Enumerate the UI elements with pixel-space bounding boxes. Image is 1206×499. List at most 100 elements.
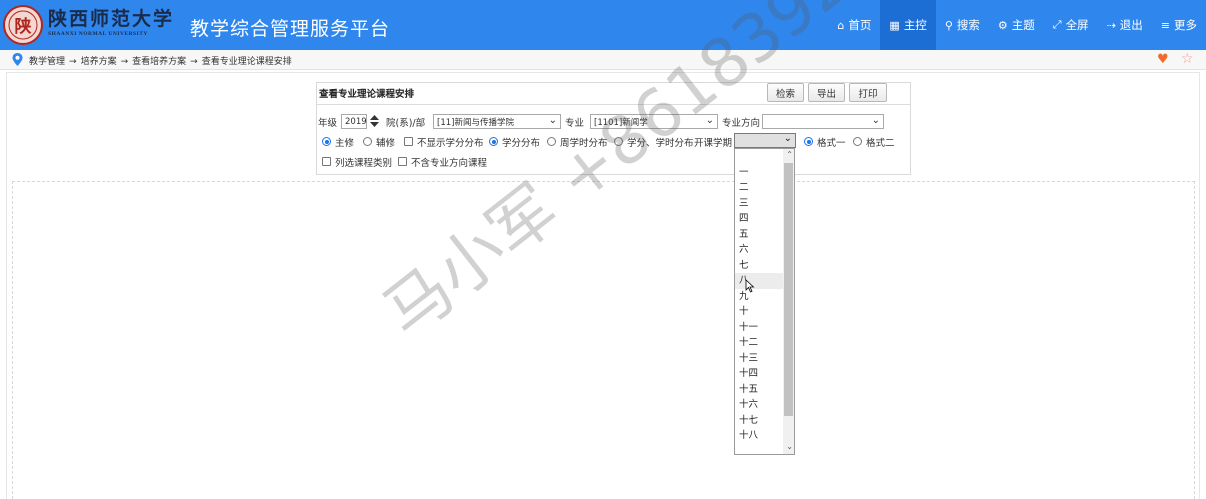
nav-label: 主控 <box>903 18 927 32</box>
radio-major[interactable] <box>322 137 331 146</box>
term-option[interactable]: 十二 <box>735 335 784 351</box>
nav-home[interactable]: ⌂ 首页 <box>828 0 880 50</box>
grade-label: 年级 <box>318 118 338 129</box>
radio-format-two-label: 格式二 <box>866 138 895 149</box>
radio-format-one-label: 格式一 <box>817 138 846 149</box>
radio-minor-label: 辅修 <box>376 138 396 149</box>
gears-icon: ⚙ <box>997 18 1008 32</box>
breadcrumb-item[interactable]: 培养方案 <box>81 57 117 67</box>
panel-title: 查看专业理论课程安排 <box>319 89 415 100</box>
radio-major-label: 主修 <box>335 138 355 149</box>
nav-fullscreen[interactable]: ⤢ 全屏 <box>1044 0 1098 50</box>
term-option[interactable]: 十六 <box>735 397 784 413</box>
term-option[interactable]: 三 <box>735 196 784 212</box>
college-label: 院(系)/部 <box>386 118 426 129</box>
radio-minor[interactable] <box>363 137 372 146</box>
print-button[interactable]: 打印 <box>849 83 887 102</box>
location-pin-icon <box>12 53 23 66</box>
checkbox-list-course-type-label: 列选课程类别 <box>335 158 393 169</box>
scroll-down-icon[interactable]: ⌄ <box>786 442 793 451</box>
menu-icon: ≡ <box>1160 18 1170 32</box>
chevron-down-icon: ⌄ <box>783 133 792 144</box>
platform-title: 教学综合管理服务平台 <box>190 18 391 40</box>
scroll-up-icon[interactable]: ⌃ <box>786 150 793 159</box>
nav-label: 更多 <box>1174 18 1197 32</box>
breadcrumb-separator: → <box>190 57 198 67</box>
chevron-down-icon: ⌄ <box>548 115 557 126</box>
panel-divider <box>316 104 911 105</box>
term-option[interactable] <box>735 149 784 165</box>
export-button[interactable]: 导出 <box>808 83 845 102</box>
seal-text: 陕 <box>15 16 32 37</box>
nav-search[interactable]: ⚲ 搜索 <box>936 0 989 50</box>
term-option[interactable]: 十四 <box>735 366 784 382</box>
nav-label: 全屏 <box>1065 18 1089 32</box>
breadcrumb-item: 查看专业理论课程安排 <box>201 57 292 67</box>
nav-main-control[interactable]: ▦ 主控 <box>880 0 936 50</box>
direction-label: 专业方向 <box>722 118 761 129</box>
term-option[interactable]: 十三 <box>735 351 784 367</box>
checkbox-exclude-direction-label: 不含专业方向课程 <box>411 158 488 169</box>
term-label: 开课学期 <box>694 138 733 149</box>
term-option[interactable]: 九 <box>735 289 784 305</box>
top-header: 陕 陕西师范大学 SHAANXI NORMAL UNIVERSITY 教学综合管… <box>0 0 1206 50</box>
nav-label: 退出 <box>1119 18 1143 32</box>
grade-input[interactable]: 2019 <box>341 114 367 129</box>
major-select[interactable]: [1101]新闻学 ⌄ <box>590 114 718 129</box>
term-option-highlighted[interactable]: 八 <box>735 273 784 289</box>
breadcrumb-item[interactable]: 教学管理 <box>29 57 65 67</box>
university-seal-icon: 陕 <box>3 5 43 45</box>
school-name-en: SHAANXI NORMAL UNIVERSITY <box>48 31 148 37</box>
radio-format-two[interactable] <box>853 137 862 146</box>
dropdown-scrollbar[interactable]: ⌃ ⌄ <box>783 149 794 454</box>
bookmark-star-icon[interactable]: ☆ <box>1181 51 1194 67</box>
nav-theme[interactable]: ⚙ 主题 <box>989 0 1044 50</box>
breadcrumb-separator: → <box>120 57 129 67</box>
term-option[interactable]: 十一 <box>735 320 784 336</box>
direction-select[interactable]: ⌄ <box>762 114 884 129</box>
checkbox-exclude-direction[interactable] <box>398 157 407 166</box>
chevron-down-icon: ⌄ <box>705 115 714 126</box>
radio-weekly-label: 周学时分布 <box>560 138 608 149</box>
college-select-value: [11]新闻与传播学院 <box>437 117 514 128</box>
term-option[interactable]: 十 <box>735 304 784 320</box>
checkbox-list-course-type[interactable] <box>322 157 331 166</box>
nav-label: 搜索 <box>956 18 980 32</box>
term-option[interactable]: 四 <box>735 211 784 227</box>
term-option[interactable]: 六 <box>735 242 784 258</box>
scrollbar-thumb[interactable] <box>784 163 793 416</box>
radio-credit-hours[interactable] <box>614 137 623 146</box>
checkbox-hide-credit[interactable] <box>404 137 413 146</box>
mouse-pointer-icon <box>745 279 755 293</box>
expand-icon: ⤢ <box>1052 18 1062 31</box>
nav-more[interactable]: ≡ 更多 <box>1152 0 1206 50</box>
home-icon: ⌂ <box>837 18 845 32</box>
radio-credit-distribution[interactable] <box>489 137 498 146</box>
grade-spinner-icon[interactable] <box>369 114 380 128</box>
university-logo: 陕西师范大学 SHAANXI NORMAL UNIVERSITY <box>48 7 174 37</box>
results-area <box>12 181 1195 499</box>
radio-credit-hours-label: 学分、学时分布 <box>627 138 694 149</box>
radio-weekly-hours[interactable] <box>547 137 556 146</box>
logout-icon: ⇢ <box>1106 18 1116 32</box>
school-name-cn: 陕西师范大学 <box>48 8 175 30</box>
breadcrumb-bar: 教学管理 → 培养方案 → 查看培养方案 → 查看专业理论课程安排 ♥ ☆ <box>0 50 1206 70</box>
search-button[interactable]: 检索 <box>767 83 804 102</box>
radio-format-one[interactable] <box>804 137 813 146</box>
term-option[interactable]: 一 <box>735 165 784 181</box>
term-option[interactable]: 二 <box>735 180 784 196</box>
term-option[interactable]: 十七 <box>735 413 784 429</box>
favorite-heart-icon[interactable]: ♥ <box>1157 52 1169 67</box>
nav-logout[interactable]: ⇢ 退出 <box>1098 0 1152 50</box>
nav-label: 主题 <box>1011 18 1035 32</box>
term-option[interactable]: 七 <box>735 258 784 274</box>
windows-icon: ▦ <box>889 18 900 32</box>
checkbox-hide-credit-label: 不显示学分分布 <box>417 138 484 149</box>
term-option[interactable]: 十八 <box>735 428 784 444</box>
term-select[interactable]: ⌄ <box>734 133 796 148</box>
college-select[interactable]: [11]新闻与传播学院 ⌄ <box>433 114 561 129</box>
term-option[interactable]: 十五 <box>735 382 784 398</box>
breadcrumb-item[interactable]: 查看培养方案 <box>132 57 186 67</box>
term-option[interactable]: 五 <box>735 227 784 243</box>
term-dropdown-list[interactable]: 一 二 三 四 五 六 七 八 九 十 十一 十二 十三 十四 十五 十六 十七… <box>734 148 795 455</box>
